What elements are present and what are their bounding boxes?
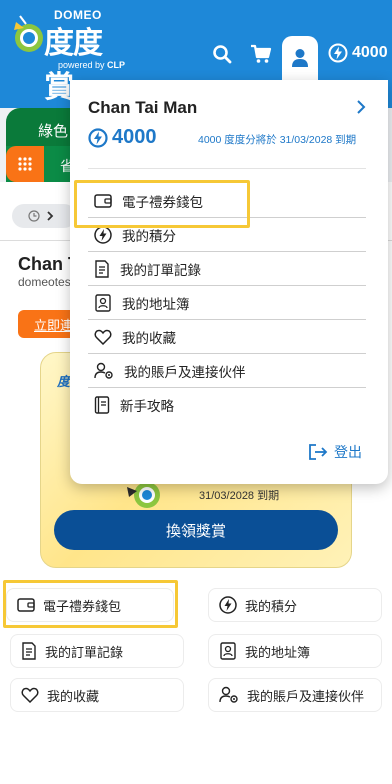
logout-button[interactable]: 登出 [308,442,362,462]
user-account-button[interactable] [282,36,318,80]
page-bottom [0,730,392,784]
dropdown-divider [88,168,366,169]
dropdown-item-favourites[interactable]: 我的收藏 [88,320,366,354]
dropdown-user-name[interactable]: Chan Tai Man [88,98,197,118]
grid-wallet-label: 電子禮券錢包 [43,598,122,614]
grid-address-label: 我的地址簿 [245,644,311,660]
grid-orders[interactable]: 我的訂單記錄 [10,634,184,668]
guide-book-icon [94,396,110,414]
header-points-value: 4000 [352,44,388,61]
grid-account-label: 我的賬戶及連接伙伴 [247,688,365,704]
domeo-logo[interactable]: DOMEO 度度賞 powered by CLP [10,8,130,105]
dropdown-item-label: 我的收藏 [122,330,176,346]
header-points[interactable]: 4000 [328,43,388,63]
menu-grid-button[interactable] [6,146,44,182]
breadcrumb[interactable] [12,204,76,228]
dropdown-item-label: 我的賬戶及連接伙伴 [124,364,246,380]
grid-address-book[interactable]: 我的地址簿 [208,634,382,668]
grid-orders-label: 我的訂單記錄 [45,644,124,660]
dropdown-points-value: 4000 [112,126,157,148]
mascot-logo-icon [14,15,43,52]
dropdown-item-points[interactable]: 我的積分 [88,218,366,252]
grid-wallet[interactable]: 電子禮券錢包 [6,588,174,622]
heart-icon [94,329,112,345]
dropdown-item-orders[interactable]: 我的訂單記錄 [88,252,366,286]
green-nav-label[interactable]: 綠色 [38,120,68,141]
heart-icon [21,687,39,703]
dropdown-item-label: 我的積分 [122,228,176,244]
dropdown-item-label: 電子禮券錢包 [122,194,203,210]
dropdown-item-label: 新手攻略 [120,399,174,414]
bolt-circle-icon [88,127,108,148]
grid-points-label: 我的積分 [245,598,298,614]
grid-favourites-label: 我的收藏 [47,688,100,704]
points-card-expiry: 31/03/2028 到期 [199,490,280,502]
search-icon[interactable] [208,40,236,68]
dropdown-item-guide[interactable]: 新手攻略 [88,388,366,422]
redeem-rewards-button[interactable]: 換領獎賞 [54,510,338,550]
wallet-icon [94,193,112,208]
cart-icon[interactable] [247,40,275,68]
dropdown-item-address-book[interactable]: 我的地址簿 [88,286,366,320]
grid-favourites[interactable]: 我的收藏 [10,678,184,712]
chevron-right-icon [47,211,54,221]
receipt-icon [22,642,36,660]
dropdown-item-wallet[interactable]: 電子禮券錢包 [88,184,366,218]
dropdown-points-expiry: 4000 度度分將於 31/03/2028 到期 [198,134,357,146]
wallet-icon [17,598,35,612]
user-settings-icon [94,362,113,379]
grid-icon [18,157,32,171]
logout-label: 登出 [334,444,362,460]
grid-points[interactable]: 我的積分 [208,588,382,622]
receipt-icon [95,259,109,278]
dropdown-item-label: 我的訂單記錄 [120,262,201,278]
dropdown-item-label: 我的地址簿 [122,296,190,312]
bolt-circle-icon [328,43,348,63]
user-icon [292,49,308,67]
bolt-icon [94,225,112,244]
grid-account-partners[interactable]: 我的賬戶及連接伙伴 [208,678,382,712]
page-user-email: domeotes [18,275,71,289]
powered-by-text: powered by CLP [58,60,126,70]
address-book-icon [95,293,111,312]
address-book-icon [220,642,236,660]
chevron-right-icon[interactable] [352,98,370,116]
bolt-icon [219,596,237,614]
clock-icon [28,210,40,222]
dropdown-points: 4000 [88,126,157,149]
logout-icon [309,444,328,460]
user-settings-icon [219,686,238,703]
account-dropdown: Chan Tai Man 4000 4000 度度分將於 31/03/2028 … [70,80,388,484]
dropdown-item-account-partners[interactable]: 我的賬戶及連接伙伴 [88,354,366,388]
